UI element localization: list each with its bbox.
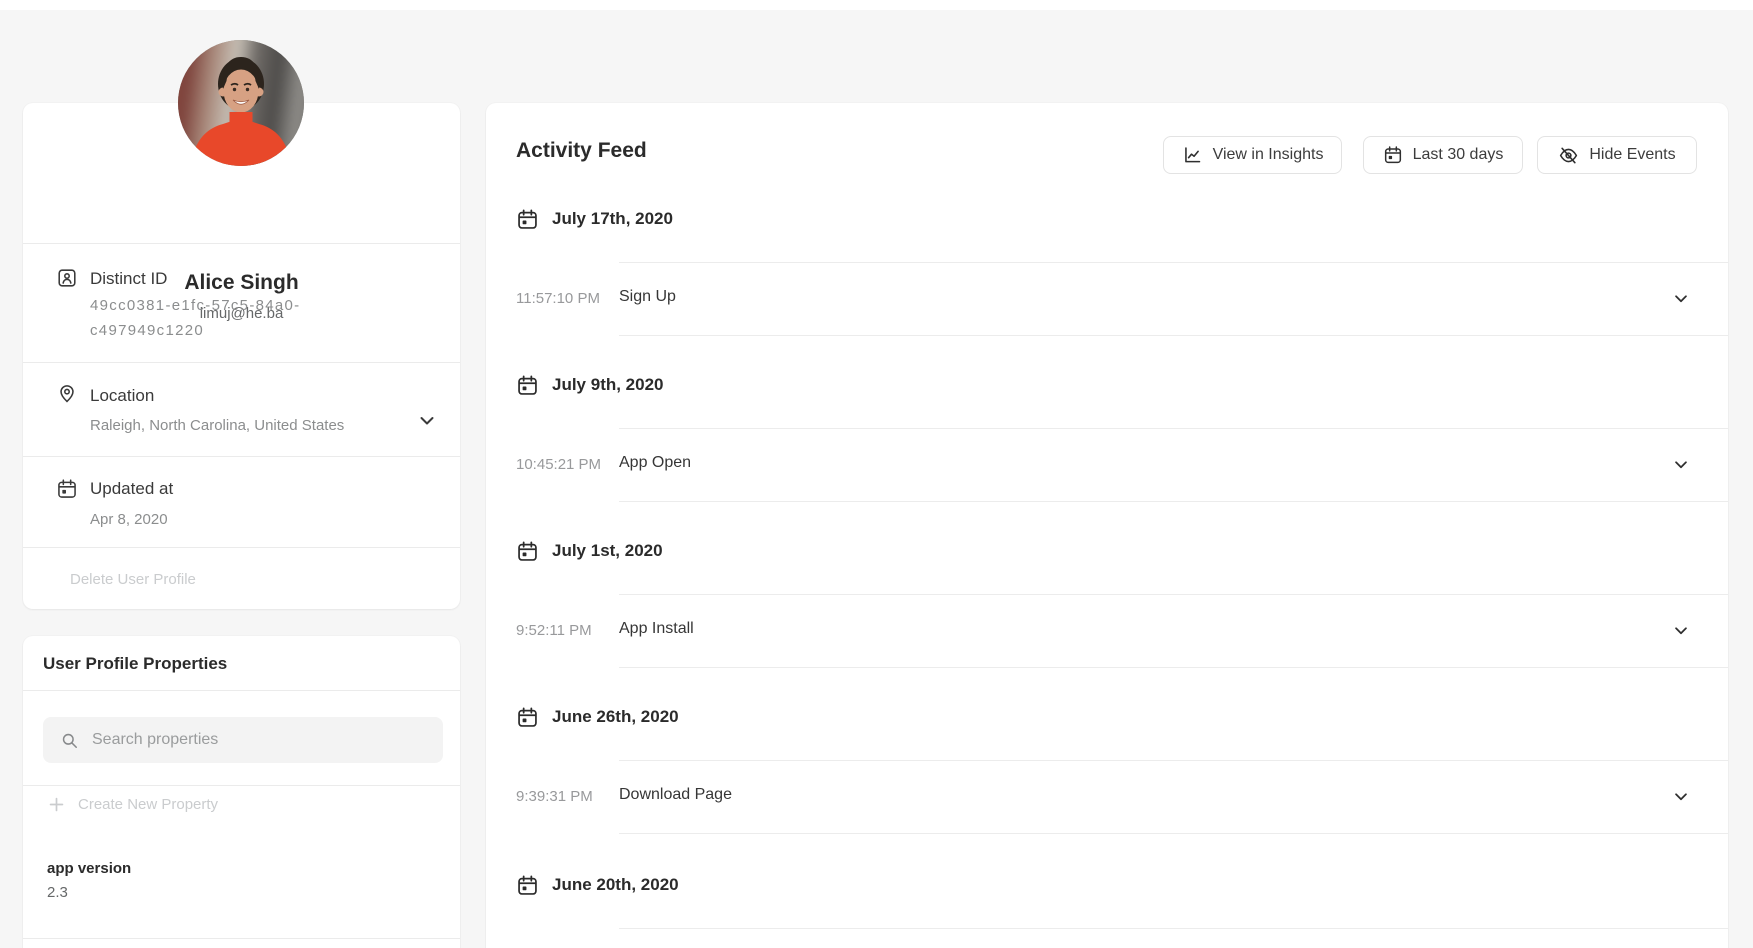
feed-date-label: June 20th, 2020 (552, 875, 679, 895)
create-new-property-label: Create New Property (78, 796, 218, 813)
divider (23, 547, 460, 548)
event-time: 9:52:11 PM (516, 622, 592, 639)
divider (23, 456, 460, 457)
top-strip (0, 0, 1753, 10)
user-profile-properties-card: User Profile Properties Search propertie… (23, 636, 460, 948)
event-time: 10:45:21 PM (516, 456, 601, 473)
event-row[interactable]: 10:45:21 PM App Open (486, 428, 1728, 501)
view-in-insights-button[interactable]: View in Insights (1163, 136, 1342, 174)
calendar-icon (516, 540, 539, 563)
field-label: Location (90, 386, 154, 406)
feed-date-label: July 1st, 2020 (552, 541, 663, 561)
feed-date-label: July 9th, 2020 (552, 375, 664, 395)
field-value-distinct-id: 49cc0381-e1fc-57c5-84a0-c497949c1220 (90, 293, 360, 343)
event-row[interactable]: 9:39:31 PM Download Page (486, 760, 1728, 833)
eye-off-icon (1558, 145, 1579, 166)
feed-date-label: July 17th, 2020 (552, 209, 673, 229)
chevron-down-icon[interactable] (1672, 788, 1690, 806)
field-label: Distinct ID (90, 269, 167, 289)
divider (23, 690, 460, 691)
feed-date-header: June 26th, 2020 (516, 705, 679, 729)
chart-line-icon (1182, 145, 1203, 166)
field-value-updated-at: Apr 8, 2020 (90, 507, 168, 532)
activity-feed-card: Activity Feed View in Insights Last 30 d… (486, 103, 1728, 948)
event-time: 9:39:31 PM (516, 788, 593, 805)
property-name: app version (47, 860, 131, 877)
calendar-icon (1383, 145, 1403, 165)
event-name: Download Page (619, 786, 732, 804)
hide-events-button[interactable]: Hide Events (1537, 136, 1697, 174)
button-label: View in Insights (1213, 146, 1324, 164)
divider (619, 501, 1728, 502)
field-label: Updated at (90, 479, 173, 499)
chevron-down-icon[interactable] (417, 411, 437, 431)
delete-user-profile-button[interactable]: Delete User Profile (70, 571, 196, 588)
date-range-button[interactable]: Last 30 days (1363, 136, 1523, 174)
calendar-icon (56, 478, 78, 500)
event-row[interactable]: 9:52:11 PM App Install (486, 594, 1728, 667)
divider (23, 938, 460, 939)
event-row[interactable]: 11:57:10 PM Sign Up (486, 262, 1728, 335)
calendar-icon (516, 374, 539, 397)
feed-date-header: July 9th, 2020 (516, 373, 664, 397)
search-icon (60, 731, 79, 750)
field-value-location: Raleigh, North Carolina, United States (90, 413, 344, 438)
button-label: Hide Events (1589, 146, 1675, 164)
divider (23, 243, 460, 244)
divider (23, 362, 460, 363)
profile-card: Alice Singh limuj@he.ba Distinct ID 49cc… (23, 103, 460, 609)
divider (619, 833, 1728, 834)
feed-date-header: July 1st, 2020 (516, 539, 663, 563)
chevron-down-icon[interactable] (1672, 290, 1690, 308)
activity-feed-title: Activity Feed (516, 139, 647, 163)
id-card-icon (56, 267, 78, 289)
event-time: 11:57:10 PM (516, 290, 600, 307)
plus-icon (48, 796, 65, 813)
divider (619, 335, 1728, 336)
chevron-down-icon[interactable] (1672, 622, 1690, 640)
properties-title: User Profile Properties (43, 654, 227, 674)
event-name: App Install (619, 620, 694, 638)
divider (619, 667, 1728, 668)
feed-date-label: June 26th, 2020 (552, 707, 679, 727)
divider (619, 928, 1728, 929)
event-name: App Open (619, 454, 691, 472)
profile-name: Alice Singh (23, 271, 460, 295)
calendar-icon (516, 706, 539, 729)
feed-date-header: June 20th, 2020 (516, 873, 679, 897)
calendar-icon (516, 874, 539, 897)
avatar (178, 40, 304, 166)
create-new-property-button[interactable]: Create New Property (48, 796, 218, 813)
search-placeholder: Search properties (92, 731, 218, 749)
avatar-person-illustration (178, 40, 304, 166)
divider (23, 785, 460, 786)
property-value[interactable]: 2.3 (47, 884, 68, 901)
search-properties-input[interactable]: Search properties (43, 717, 443, 763)
event-name: Sign Up (619, 288, 676, 306)
calendar-icon (516, 208, 539, 231)
button-label: Last 30 days (1413, 146, 1504, 164)
location-pin-icon (56, 382, 78, 404)
feed-date-header: July 17th, 2020 (516, 207, 673, 231)
chevron-down-icon[interactable] (1672, 456, 1690, 474)
